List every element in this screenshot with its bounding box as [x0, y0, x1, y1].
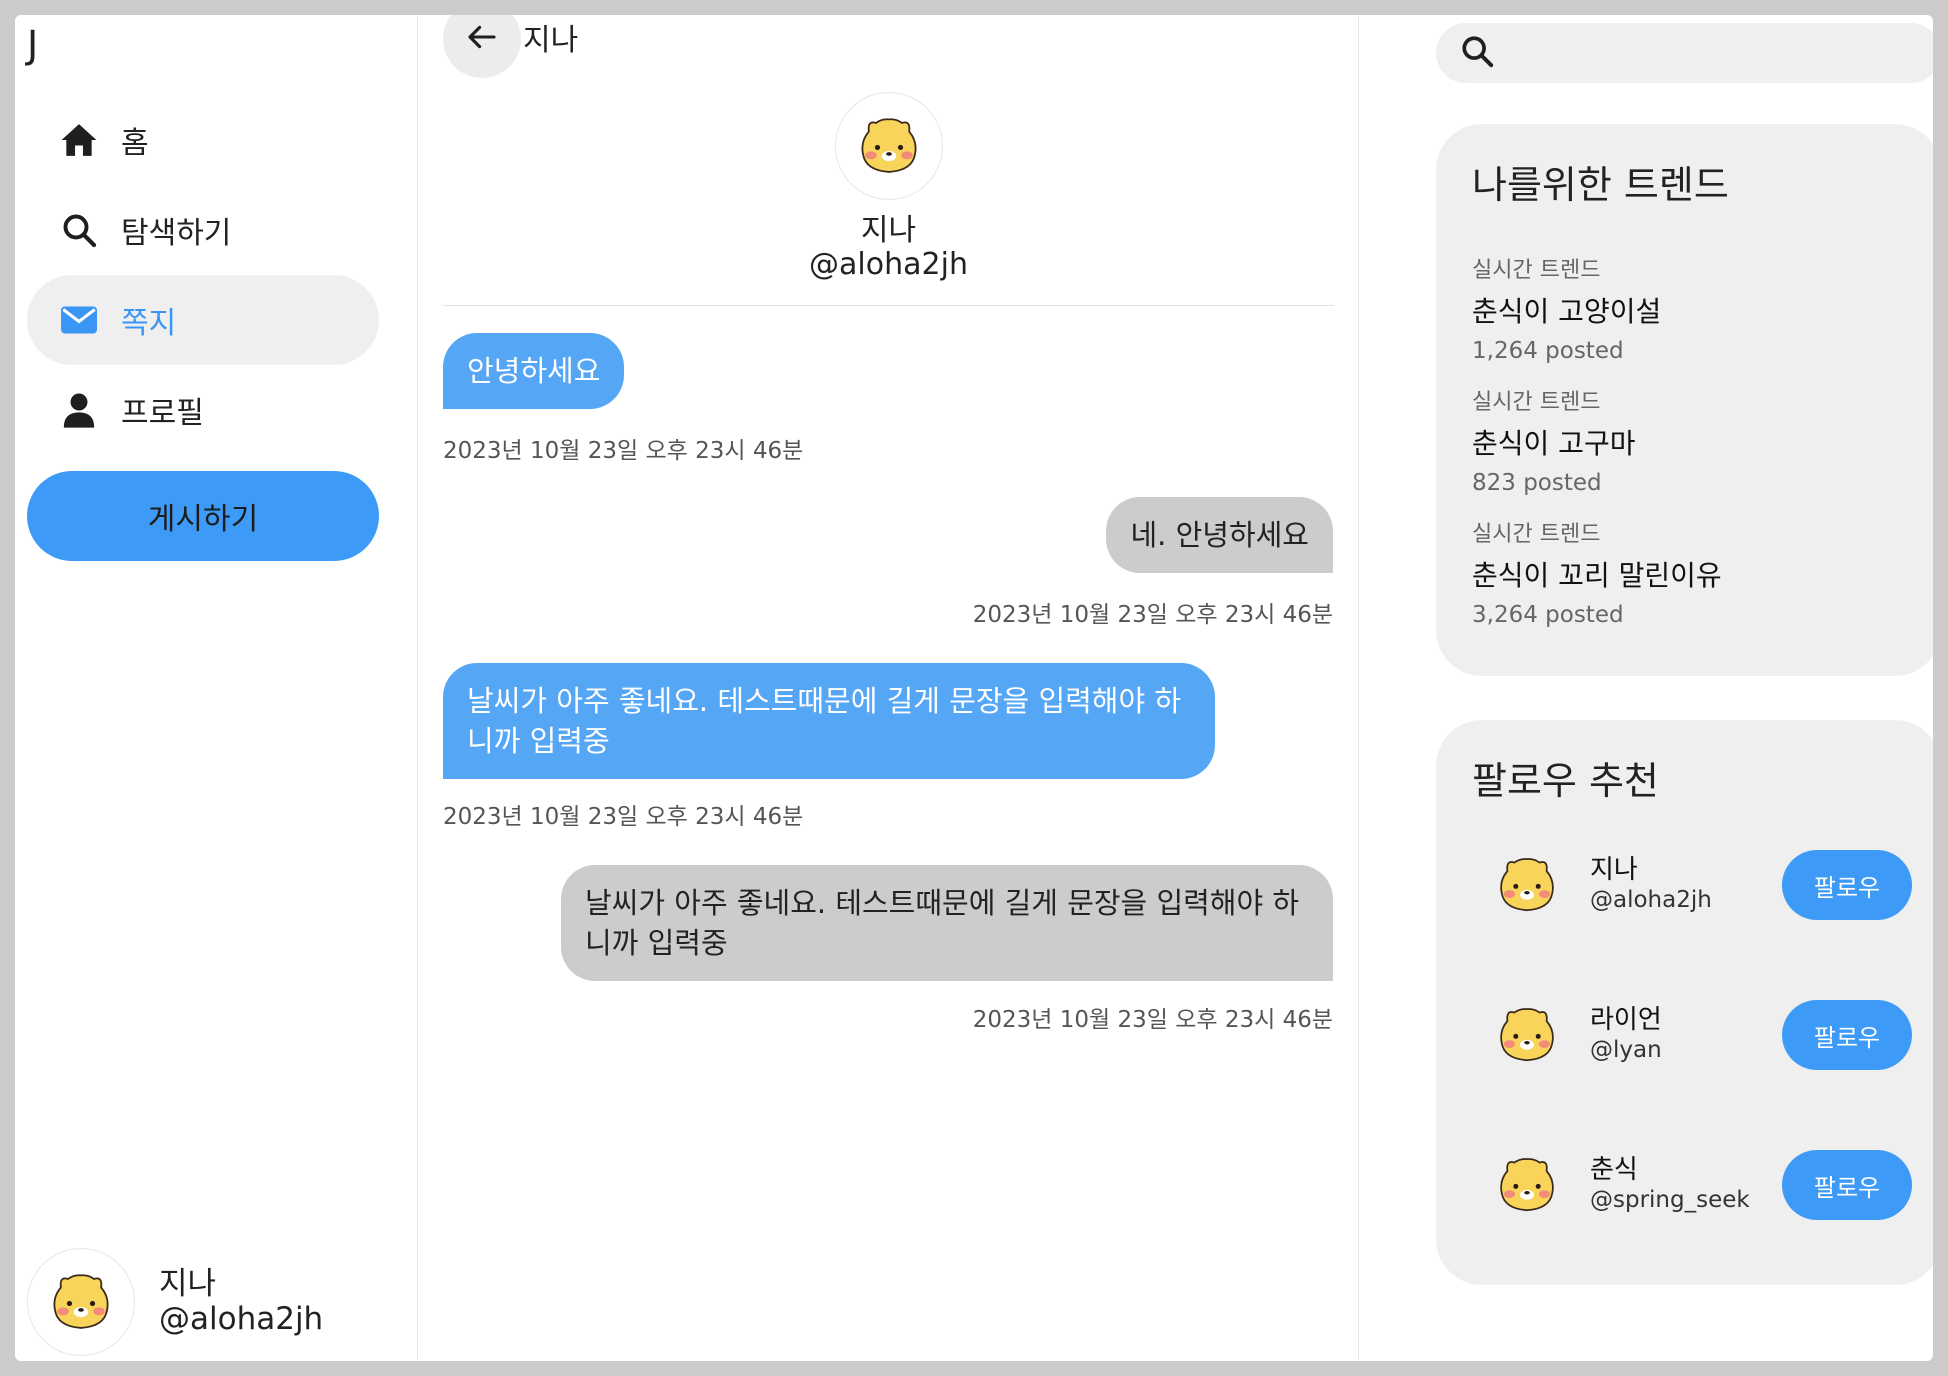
- avatar[interactable]: [834, 92, 943, 200]
- home-icon: [59, 120, 99, 160]
- nav-label-explore: 탐색하기: [121, 216, 232, 251]
- search-icon: [1460, 34, 1494, 72]
- follow-button[interactable]: 팔로우: [1782, 1000, 1912, 1070]
- nav-item-home[interactable]: 홈: [27, 95, 379, 185]
- avatar[interactable]: [1492, 850, 1562, 920]
- trend-item[interactable]: 실시간 트렌드 춘식이 고구마 823 posted: [1472, 384, 1635, 496]
- left-sidebar: J 홈 탐색하기 쪽지 프로필 게시하기 지나 @aloha2jh: [15, 15, 418, 1361]
- follow-handle: @aloha2jh: [1590, 887, 1712, 913]
- trend-count: 1,264 posted: [1472, 338, 1624, 364]
- trend-count: 823 posted: [1472, 470, 1602, 496]
- app-logo[interactable]: J: [27, 23, 38, 67]
- follow-name: 지나: [1590, 855, 1638, 885]
- post-button[interactable]: 게시하기: [27, 471, 379, 561]
- mail-icon: [59, 300, 99, 340]
- person-icon: [59, 390, 99, 430]
- follow-name: 라이언: [1590, 1005, 1662, 1035]
- search-input[interactable]: [1508, 38, 1928, 68]
- nav-item-profile[interactable]: 프로필: [27, 365, 379, 455]
- search-icon: [59, 210, 99, 250]
- trends-card: 나를위한 트렌드 실시간 트렌드 춘식이 고양이설 1,264 posted 실…: [1436, 124, 1933, 676]
- message-received: 안녕하세요: [443, 333, 625, 409]
- nav-label-home: 홈: [121, 126, 149, 161]
- follow-button[interactable]: 팔로우: [1782, 850, 1912, 920]
- chat-panel: 지나 지나 @aloha2jh 안녕하세요 2023년 10월 23일 오후 2…: [418, 15, 1359, 1361]
- trends-title: 나를위한 트렌드: [1472, 163, 1729, 207]
- avatar[interactable]: [1492, 1000, 1562, 1070]
- trend-name: 춘식이 꼬리 말린이유: [1472, 559, 1722, 592]
- follow-title: 팔로우 추천: [1472, 759, 1659, 803]
- nav-label-messages: 쪽지: [121, 306, 177, 341]
- trend-label: 실시간 트렌드: [1472, 390, 1601, 415]
- trend-count: 3,264 posted: [1472, 602, 1624, 628]
- follow-item: 춘식 @spring_seek 팔로우: [1492, 1145, 1912, 1225]
- back-button[interactable]: [443, 15, 521, 78]
- arrow-left-icon: [467, 25, 497, 53]
- trend-item[interactable]: 실시간 트렌드 춘식이 꼬리 말린이유 3,264 posted: [1472, 516, 1722, 628]
- avatar[interactable]: [1492, 1150, 1562, 1220]
- follow-item: 라이언 @lyan 팔로우: [1492, 995, 1912, 1075]
- follow-button[interactable]: 팔로우: [1782, 1150, 1912, 1220]
- search-box[interactable]: [1436, 23, 1933, 83]
- chat-title: 지나: [523, 23, 579, 58]
- message-timestamp: 2023년 10월 23일 오후 23시 46분: [972, 1007, 1333, 1033]
- current-user-name: 지나: [159, 1266, 217, 1302]
- nav-label-profile: 프로필: [121, 396, 204, 431]
- trend-name: 춘식이 고구마: [1472, 427, 1636, 460]
- message-timestamp: 2023년 10월 23일 오후 23시 46분: [443, 438, 804, 464]
- current-user[interactable]: 지나 @aloha2jh: [27, 1248, 323, 1356]
- message-sent: 네. 안녕하세요: [1106, 497, 1333, 573]
- trend-item[interactable]: 실시간 트렌드 춘식이 고양이설 1,264 posted: [1472, 252, 1661, 364]
- follow-name: 춘식: [1590, 1155, 1638, 1185]
- follow-handle: @lyan: [1590, 1037, 1662, 1063]
- message-timestamp: 2023년 10월 23일 오후 23시 46분: [972, 602, 1333, 628]
- nav-item-explore[interactable]: 탐색하기: [27, 185, 379, 275]
- follow-suggestions-card: 팔로우 추천 지나 @aloha2jh 팔로우 라이언 @lyan 팔로우 춘식…: [1436, 720, 1933, 1285]
- message-timestamp: 2023년 10월 23일 오후 23시 46분: [443, 804, 804, 830]
- chat-partner-name: 지나: [860, 213, 917, 248]
- right-column: 나를위한 트렌드 실시간 트렌드 춘식이 고양이설 1,264 posted 실…: [1359, 15, 1933, 1361]
- chat-partner-profile: 지나 @aloha2jh: [418, 92, 1359, 282]
- divider: [443, 305, 1334, 306]
- message-received: 날씨가 아주 좋네요. 테스트때문에 길게 문장을 입력해야 하니까 입력중: [443, 663, 1215, 779]
- trend-label: 실시간 트렌드: [1472, 258, 1601, 283]
- trend-name: 춘식이 고양이설: [1472, 295, 1662, 328]
- nav-item-messages[interactable]: 쪽지: [27, 275, 379, 365]
- avatar: [27, 1248, 135, 1356]
- trend-label: 실시간 트렌드: [1472, 522, 1601, 547]
- message-sent: 날씨가 아주 좋네요. 테스트때문에 길게 문장을 입력해야 하니까 입력중: [561, 865, 1333, 981]
- app-window: J 홈 탐색하기 쪽지 프로필 게시하기 지나 @aloha2jh 지나 지나 …: [15, 15, 1933, 1361]
- follow-item: 지나 @aloha2jh 팔로우: [1492, 845, 1912, 925]
- follow-handle: @spring_seek: [1590, 1187, 1750, 1213]
- chat-partner-handle: @aloha2jh: [809, 247, 968, 282]
- current-user-handle: @aloha2jh: [159, 1301, 324, 1337]
- current-user-names: 지나 @aloha2jh: [159, 1267, 323, 1337]
